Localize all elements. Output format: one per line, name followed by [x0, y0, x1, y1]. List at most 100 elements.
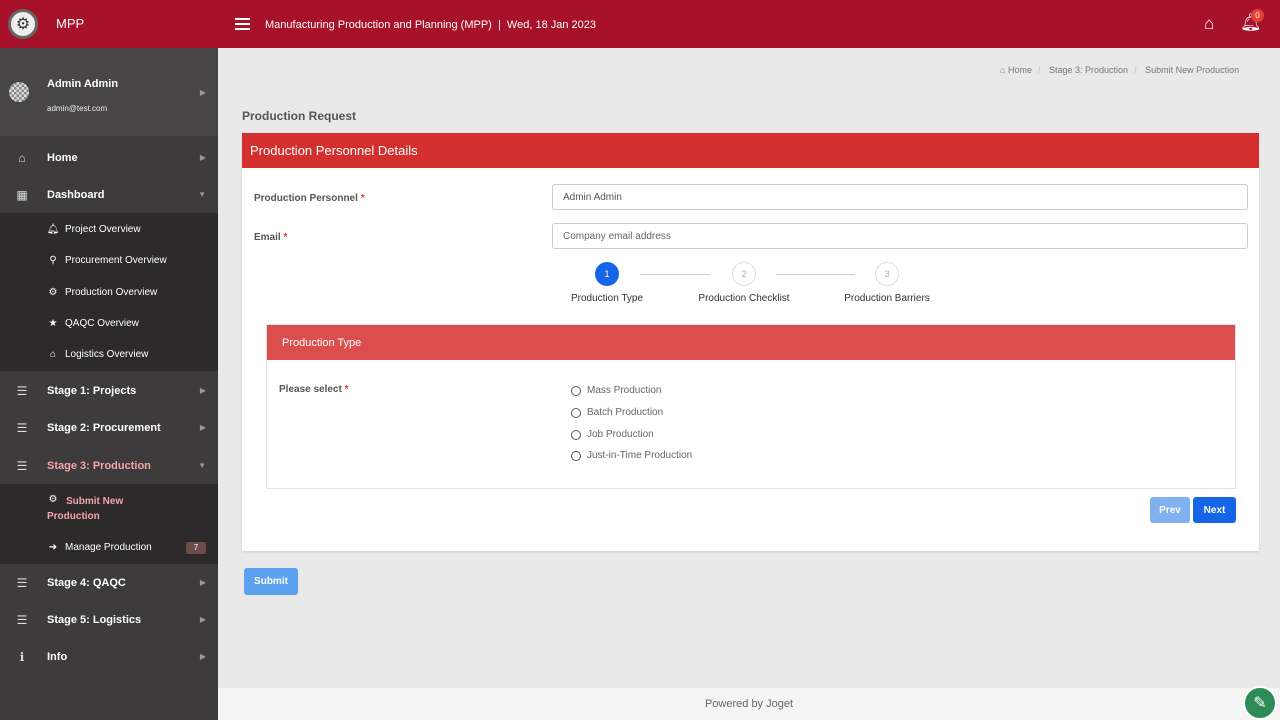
- radio-label: Mass Production: [587, 385, 662, 396]
- breadcrumb-home[interactable]: Home: [1008, 65, 1032, 75]
- sidebar-item-label: Stage 2: Procurement: [47, 421, 161, 434]
- radio-label: Job Production: [587, 429, 654, 440]
- step-number: 3: [875, 262, 899, 286]
- avatar: [9, 82, 29, 102]
- user-email: admin@test.com: [47, 104, 108, 113]
- sidebar-item-stage2[interactable]: ☰ Stage 2: Procurement ▶: [0, 409, 218, 446]
- radio-job-production[interactable]: Job Production: [571, 429, 654, 440]
- sidebar-item-submit-new-production[interactable]: ⚙ Submit New Production: [0, 490, 218, 528]
- user-panel[interactable]: Admin Admin admin@test.com ▶: [0, 48, 218, 136]
- production-type-section: Production Type Please select * Mass Pro…: [266, 324, 1236, 489]
- sidebar-item-manage-production[interactable]: ➜ Manage Production 7: [0, 532, 218, 563]
- sidebar-item-label: Home: [47, 151, 78, 164]
- please-select-label: Please select *: [279, 384, 349, 395]
- sidebar-item-stage4[interactable]: ☰ Stage 4: QAQC ▶: [0, 564, 218, 601]
- section-header: Production Type: [267, 325, 1235, 360]
- notification-badge: 0: [1251, 9, 1264, 22]
- sidebar-item-dashboard[interactable]: ▦ Dashboard ▼: [0, 176, 218, 213]
- form-card: Production Personnel Details Production …: [242, 133, 1259, 551]
- wizard-step-1[interactable]: 1 Production Type: [542, 262, 672, 304]
- brand[interactable]: ⚙ MPP: [0, 0, 218, 48]
- breadcrumb-current: Submit New Production: [1145, 65, 1240, 75]
- sidebar-item-label: Project Overview: [65, 224, 141, 235]
- sidebar: Admin Admin admin@test.com ▶ ⌂ Home ▶ ▦ …: [0, 48, 218, 720]
- step-number: 2: [732, 262, 756, 286]
- sidebar-item-label: Submit New Production: [47, 496, 124, 522]
- radio-label: Just-in-Time Production: [587, 450, 693, 461]
- arrow-circle-icon: ➜: [48, 542, 58, 553]
- app-title: Manufacturing Production and Planning (M…: [265, 19, 597, 31]
- dashboard-submenu: 🔔︎ Project Overview ⚲ Procurement Overvi…: [0, 213, 218, 371]
- gear-logo-icon: ⚙: [8, 9, 38, 39]
- top-bar: ⚙ MPP Manufacturing Production and Plann…: [0, 0, 1280, 48]
- sidebar-item-project-overview[interactable]: 🔔︎ Project Overview: [0, 214, 218, 245]
- step-number: 1: [595, 262, 619, 286]
- sidebar-item-label: Stage 3: Production: [47, 459, 151, 472]
- radio-circle-icon[interactable]: [571, 450, 581, 461]
- step-label: Production Checklist: [698, 293, 790, 304]
- bell-icon: 🔔︎: [46, 224, 60, 235]
- list-icon: ☰: [16, 458, 28, 473]
- stage3-submenu: ⚙ Submit New Production ➜ Manage Product…: [0, 484, 218, 564]
- sidebar-item-label: Procurement Overview: [65, 255, 167, 266]
- sidebar-item-label: Dashboard: [47, 188, 105, 201]
- chevron-right-icon: ▶: [199, 615, 206, 624]
- required-mark: *: [344, 384, 349, 395]
- personnel-label: Production Personnel *: [254, 193, 365, 204]
- radio-mass-production[interactable]: Mass Production: [571, 385, 661, 396]
- user-name: Admin Admin: [47, 78, 119, 90]
- radio-circle-icon[interactable]: [571, 429, 581, 440]
- wizard-step-3[interactable]: 3 Production Barriers: [822, 262, 952, 304]
- sidebar-item-label: Production Overview: [65, 287, 158, 298]
- required-mark: *: [283, 232, 288, 243]
- list-icon: ☰: [16, 420, 28, 435]
- sidebar-item-stage1[interactable]: ☰ Stage 1: Projects ▶: [0, 372, 218, 409]
- sidebar-item-info[interactable]: ℹ Info ▶: [0, 638, 218, 675]
- sidebar-item-logistics-overview[interactable]: ⌂ Logistics Overview: [0, 339, 218, 370]
- sidebar-item-label: Stage 4: QAQC: [47, 576, 126, 589]
- page-title: Production Request: [242, 109, 357, 123]
- label-text: Email: [254, 232, 281, 243]
- label-text: Please select: [279, 384, 342, 395]
- list-icon: ☰: [16, 383, 28, 398]
- personnel-input[interactable]: [552, 184, 1248, 210]
- radio-batch-production[interactable]: Batch Production: [571, 407, 663, 418]
- sidebar-item-stage5[interactable]: ☰ Stage 5: Logistics ▶: [0, 601, 218, 638]
- email-input[interactable]: [552, 223, 1248, 249]
- chevron-down-icon: ▼: [198, 190, 206, 199]
- chevron-right-icon: ▶: [199, 578, 206, 587]
- sidebar-item-home[interactable]: ⌂ Home ▶: [0, 139, 218, 176]
- sidebar-item-label: QAQC Overview: [65, 318, 139, 329]
- count-badge: 7: [186, 541, 206, 554]
- submit-button[interactable]: Submit: [244, 568, 298, 595]
- sidebar-item-label: Stage 1: Projects: [47, 384, 137, 397]
- prev-button[interactable]: Prev: [1150, 497, 1190, 523]
- chevron-right-icon: ▶: [199, 153, 206, 162]
- home-icon[interactable]: ⌂: [1204, 14, 1214, 34]
- chevron-right-icon: ▶: [199, 88, 206, 97]
- menu-toggle-icon[interactable]: [235, 18, 250, 30]
- radio-circle-icon[interactable]: [571, 407, 581, 418]
- step-label: Production Type: [570, 293, 644, 304]
- radio-jit-production[interactable]: Just-in-Time Production: [571, 450, 692, 461]
- breadcrumb-stage3[interactable]: Stage 3: Production: [1049, 65, 1128, 75]
- chevron-right-icon: ▶: [199, 423, 206, 432]
- next-button[interactable]: Next: [1193, 497, 1236, 523]
- chevron-right-icon: ▶: [199, 386, 206, 395]
- sidebar-item-stage3[interactable]: ☰ Stage 3: Production ▼: [0, 447, 218, 484]
- home-icon: ⌂: [1000, 65, 1006, 75]
- sidebar-item-qaqc-overview[interactable]: ★ QAQC Overview: [0, 308, 218, 339]
- label-text: Production Personnel: [254, 193, 358, 204]
- sidebar-item-label: Manage Production: [65, 542, 152, 553]
- card-header: Production Personnel Details: [242, 133, 1259, 168]
- email-label: Email *: [254, 232, 287, 243]
- star-icon: ★: [48, 318, 58, 329]
- wizard-step-2[interactable]: 2 Production Checklist: [679, 262, 809, 304]
- sidebar-item-production-overview[interactable]: ⚙ Production Overview: [0, 277, 218, 308]
- edit-pencil-icon[interactable]: ✎: [1243, 686, 1277, 720]
- cogs-icon: ⚙: [48, 287, 58, 298]
- sidebar-item-procurement-overview[interactable]: ⚲ Procurement Overview: [0, 245, 218, 276]
- chevron-right-icon: ▶: [199, 652, 206, 661]
- radio-circle-icon[interactable]: [571, 385, 581, 396]
- info-icon: ℹ: [19, 649, 25, 664]
